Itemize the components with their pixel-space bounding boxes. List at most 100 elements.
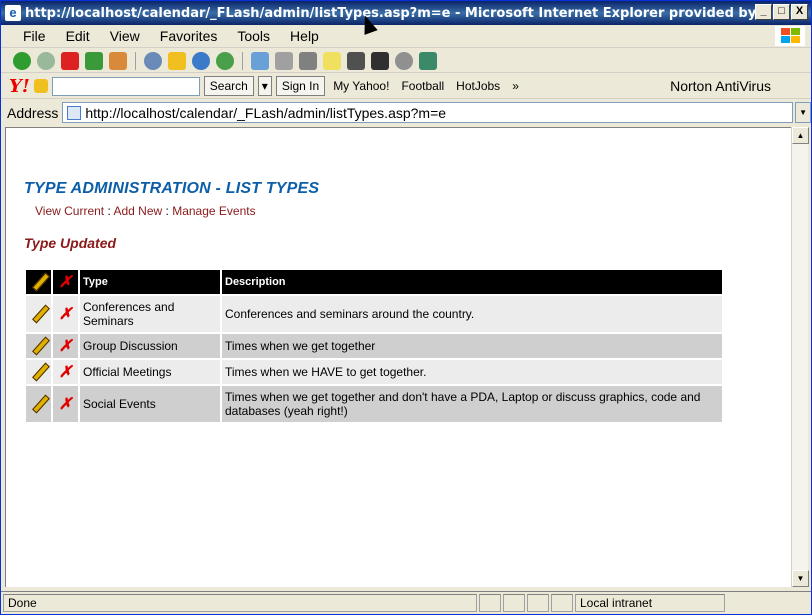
refresh-icon[interactable] [85,51,103,70]
description-column-header: Description [222,270,722,294]
search-dropdown-icon[interactable]: ▾ [257,76,272,96]
status-text: Done [3,593,477,612]
chat-icon[interactable] [395,51,413,70]
scroll-up-icon[interactable]: ▲ [792,127,809,144]
norton-antivirus-button[interactable]: Norton AntiVirus [670,78,771,94]
tools-icon[interactable] [419,51,437,70]
type-cell: Conferences and Seminars [80,296,220,332]
type-cell: Social Events [80,386,220,422]
zone-text: Local intranet [575,593,725,612]
delete-icon[interactable]: ✗ [59,396,72,413]
edit-icon[interactable] [31,337,47,353]
edit-icon[interactable] [31,395,47,411]
ie-icon: e [5,5,21,21]
type-cell: Official Meetings [80,360,220,384]
delete-icon[interactable]: ✗ [59,306,72,323]
table-row: ✗ Group Discussion Times when we get tog… [26,334,722,358]
page-icon [67,105,82,120]
description-cell: Conferences and seminars around the coun… [222,296,722,332]
yahoo-search-button[interactable]: Search [203,76,254,96]
messenger-icon[interactable] [371,51,389,70]
menu-bar: File Edit View Favorites Tools Help [1,25,811,48]
address-label: Address [7,104,59,121]
edit-icon [31,273,47,289]
view-current-link[interactable]: View Current [35,204,104,218]
scroll-down-icon[interactable]: ▼ [792,570,809,587]
menu-help[interactable]: Help [280,28,329,44]
window-title: http://localhost/calendar/_FLash/admin/l… [25,5,765,21]
type-cell: Group Discussion [80,334,220,358]
page-content: TYPE ADMINISTRATION - LIST TYPES View Cu… [5,127,791,587]
browser-window: e http://localhost/calendar/_FLash/admin… [0,0,812,615]
sign-in-button[interactable]: Sign In [275,76,326,96]
toolbar-separator [135,51,136,70]
status-pane [479,593,501,612]
yahoo-search-input[interactable] [51,76,200,96]
status-pane [551,593,573,612]
menu-file[interactable]: File [1,28,56,44]
manage-events-link[interactable]: Manage Events [172,204,255,218]
favorites-star-icon[interactable] [168,51,186,70]
status-bar: Done Local intranet [1,591,811,613]
status-pane [503,593,525,612]
menu-favorites[interactable]: Favorites [150,28,228,44]
print-icon[interactable] [275,51,293,70]
stop-icon[interactable] [61,51,79,70]
link-separator: : [162,204,173,218]
address-input[interactable]: http://localhost/calendar/_FLash/admin/l… [62,102,794,123]
minimize-button[interactable]: _ [755,4,772,20]
delete-icon[interactable]: ✗ [59,364,72,381]
menu-view[interactable]: View [100,28,150,44]
status-message: Type Updated [24,235,117,251]
edit-icon[interactable] [31,305,47,321]
close-button[interactable]: X [791,4,808,20]
edit-icon[interactable] [31,363,47,379]
windows-logo-icon [775,26,805,46]
edit-page-icon[interactable] [299,51,317,70]
delete-icon[interactable]: ✗ [59,338,72,355]
forward-icon[interactable] [37,51,55,70]
table-row: ✗ Conferences and Seminars Conferences a… [26,296,722,332]
description-cell: Times when we get together [222,334,722,358]
football-link[interactable]: Football [397,79,448,93]
discuss-icon[interactable] [323,51,341,70]
my-yahoo-link[interactable]: My Yahoo! [329,79,393,93]
types-table: ✗ Type Description ✗ Conferences and Sem… [24,268,724,424]
type-column-header: Type [80,270,220,294]
menu-tools[interactable]: Tools [227,28,280,44]
edit-column-header [26,270,51,294]
window-controls: _ □ X [755,4,808,20]
menu-edit[interactable]: Edit [56,28,100,44]
table-row: ✗ Social Events Times when we get togeth… [26,386,722,422]
table-row: ✗ Official Meetings Times when we HAVE t… [26,360,722,384]
home-icon[interactable] [109,51,127,70]
research-icon[interactable] [347,51,365,70]
more-chevron-icon[interactable]: » [508,79,523,93]
standard-toolbar [1,49,811,73]
delete-icon: ✗ [58,274,73,291]
pencil-icon[interactable] [33,79,48,93]
page-title: TYPE ADMINISTRATION - LIST TYPES [24,180,320,197]
address-dropdown-icon[interactable]: ▼ [795,102,811,123]
media-icon[interactable] [192,51,210,70]
history-icon[interactable] [216,51,234,70]
yahoo-logo[interactable]: Y! [9,76,30,97]
table-header-row: ✗ Type Description [26,270,722,294]
status-pane [527,593,549,612]
hotjobs-link[interactable]: HotJobs [452,79,504,93]
yahoo-toolbar: Y! Search ▾ Sign In My Yahoo! Football H… [1,74,811,99]
description-cell: Times when we get together and don't hav… [222,386,722,422]
admin-nav: View Current : Add New : Manage Events [35,204,256,218]
address-url: http://localhost/calendar/_FLash/admin/l… [85,104,447,121]
address-bar: Address http://localhost/calendar/_FLash… [1,100,811,125]
search-icon[interactable] [144,51,162,70]
mail-icon[interactable] [251,51,269,70]
title-bar[interactable]: e http://localhost/calendar/_FLash/admin… [1,1,811,25]
back-icon[interactable] [13,51,31,70]
toolbar-separator [242,51,243,70]
vertical-scrollbar[interactable]: ▲ ▼ [791,127,809,587]
description-cell: Times when we HAVE to get together. [222,360,722,384]
delete-column-header: ✗ [53,270,78,294]
add-new-link[interactable]: Add New [113,204,162,218]
maximize-button[interactable]: □ [773,4,790,20]
